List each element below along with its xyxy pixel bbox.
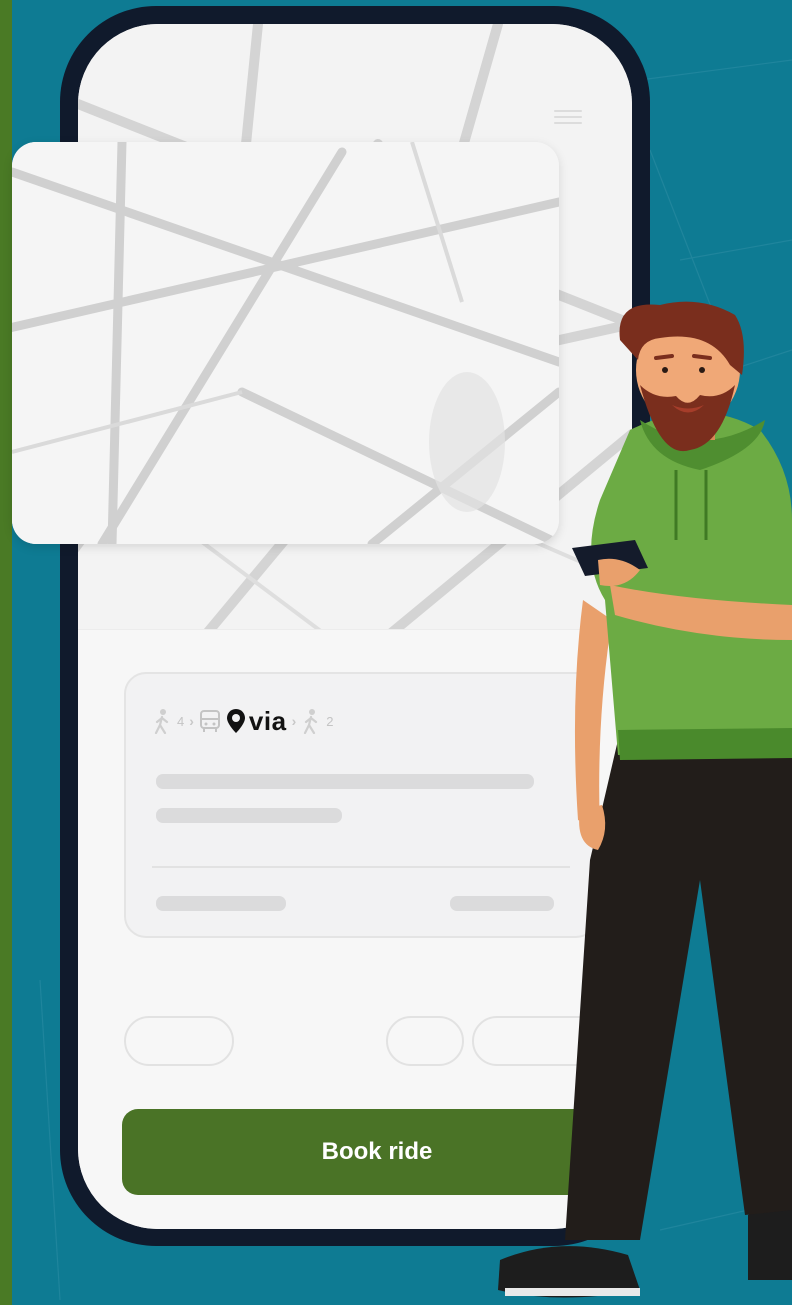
person-illustration: [498, 301, 792, 1298]
